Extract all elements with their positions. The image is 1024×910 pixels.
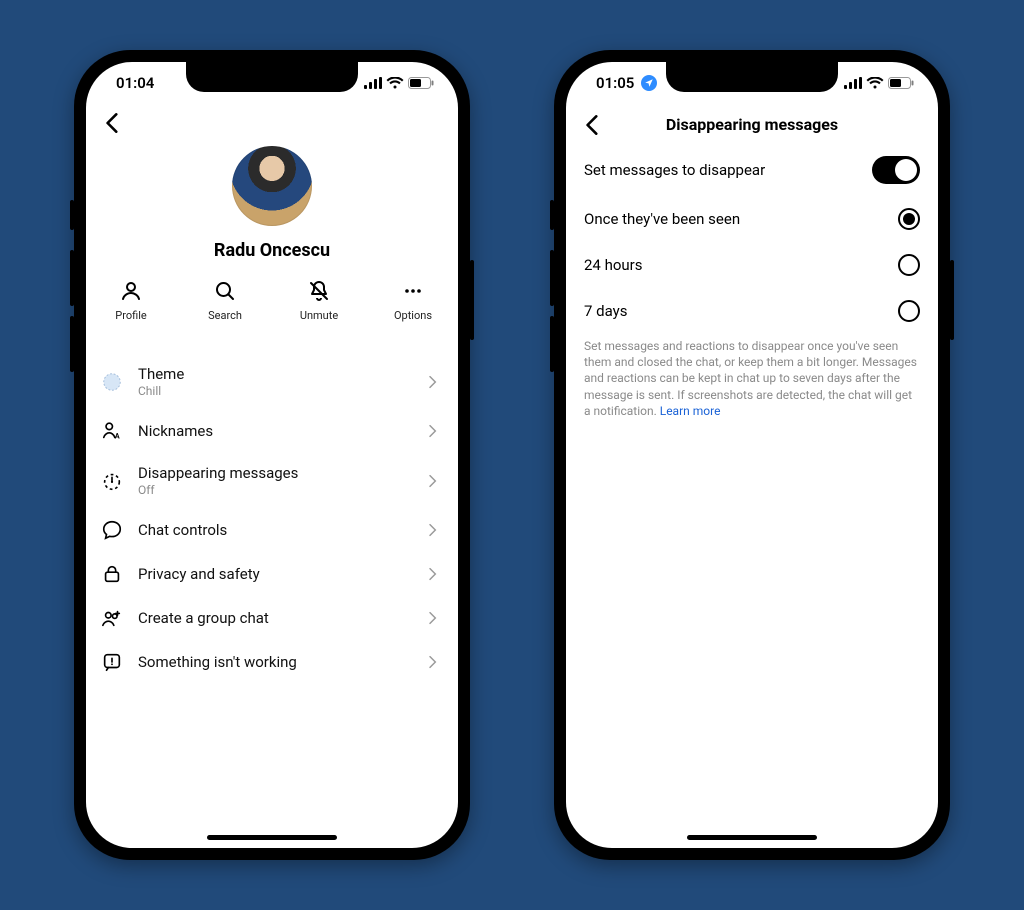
action-label: Unmute	[300, 309, 338, 322]
info-body: Set messages and reactions to disappear …	[584, 339, 917, 418]
row-title: Something isn't working	[138, 653, 410, 671]
watermark: @onceseuradu	[677, 62, 828, 81]
action-unmute[interactable]: Unmute	[292, 279, 346, 322]
home-indicator[interactable]	[207, 835, 337, 840]
action-search[interactable]: Search	[198, 279, 252, 322]
row-title: Disappearing messages	[138, 464, 410, 482]
row-sub: Off	[138, 483, 410, 497]
row-report[interactable]: Something isn't working	[86, 640, 458, 684]
person-icon	[119, 279, 143, 303]
phone-frame-right: @onceseuradu 01:05 Disappearing messages	[554, 50, 950, 860]
row-title: Theme	[138, 365, 410, 383]
option-label: Once they've been seen	[584, 210, 740, 228]
radio[interactable]	[898, 254, 920, 276]
signal-icon	[364, 77, 382, 89]
bell-off-icon	[307, 279, 331, 303]
wifi-icon	[866, 77, 884, 89]
settings-list: ThemeChill A Nicknames Disappearing mess…	[86, 354, 458, 684]
theme-icon	[101, 371, 123, 393]
info-text: Set messages and reactions to disappear …	[566, 334, 938, 423]
row-title: Privacy and safety	[138, 565, 410, 583]
lock-icon	[101, 563, 123, 585]
option-once-seen[interactable]: Once they've been seen	[566, 196, 938, 242]
chevron-right-icon	[424, 423, 440, 439]
radio[interactable]	[898, 300, 920, 322]
avatar[interactable]	[232, 146, 312, 226]
header-title: Disappearing messages	[666, 115, 838, 134]
signal-icon	[844, 77, 862, 89]
location-icon	[641, 75, 657, 91]
chevron-right-icon	[424, 374, 440, 390]
option-label: 7 days	[584, 302, 628, 320]
action-label: Options	[394, 309, 432, 322]
row-sub: Chill	[138, 384, 410, 398]
learn-more-link[interactable]: Learn more	[660, 404, 721, 418]
battery-icon	[888, 77, 914, 89]
action-label: Search	[208, 309, 242, 322]
status-icons	[844, 77, 914, 89]
row-title: Create a group chat	[138, 609, 410, 627]
toggle-row[interactable]: Set messages to disappear	[566, 144, 938, 196]
more-icon	[401, 279, 425, 303]
chevron-right-icon	[424, 473, 440, 489]
wifi-icon	[386, 77, 404, 89]
timer-icon	[101, 470, 123, 492]
action-label: Profile	[115, 309, 146, 322]
chevron-right-icon	[424, 566, 440, 582]
profile-block: Radu Oncescu Profile Search Unmute Optio…	[86, 142, 458, 340]
svg-text:A: A	[115, 431, 120, 440]
screen-disappearing: @onceseuradu 01:05 Disappearing messages	[566, 62, 938, 848]
battery-icon	[408, 77, 434, 89]
row-group[interactable]: Create a group chat	[86, 596, 458, 640]
chat-icon	[101, 519, 123, 541]
status-time: 01:05	[596, 74, 634, 92]
radio-selected[interactable]	[898, 208, 920, 230]
status-icons	[364, 77, 434, 89]
search-icon	[213, 279, 237, 303]
header: Disappearing messages	[566, 104, 938, 144]
toggle-switch[interactable]	[872, 156, 920, 184]
row-disappearing[interactable]: Disappearing messagesOff	[86, 453, 458, 508]
report-icon	[101, 651, 123, 673]
option-24h[interactable]: 24 hours	[566, 242, 938, 288]
action-profile[interactable]: Profile	[104, 279, 158, 322]
row-title: Chat controls	[138, 521, 410, 539]
group-add-icon	[101, 607, 123, 629]
chevron-right-icon	[424, 654, 440, 670]
status-time: 01:04	[116, 74, 154, 92]
option-label: 24 hours	[584, 256, 643, 274]
option-7d[interactable]: 7 days	[566, 288, 938, 334]
toggle-label: Set messages to disappear	[584, 161, 765, 179]
row-theme[interactable]: ThemeChill	[86, 354, 458, 409]
actions-row: Profile Search Unmute Options	[86, 279, 458, 336]
watermark: @onceseuradu	[197, 62, 348, 81]
home-indicator[interactable]	[687, 835, 817, 840]
chevron-right-icon	[424, 522, 440, 538]
phone-frame-left: @onceseuradu 01:04 Radu Oncescu Profile	[74, 50, 470, 860]
nickname-icon: A	[101, 420, 123, 442]
row-chat-controls[interactable]: Chat controls	[86, 508, 458, 552]
screen-profile: @onceseuradu 01:04 Radu Oncescu Profile	[86, 62, 458, 848]
row-title: Nicknames	[138, 422, 410, 440]
profile-name: Radu Oncescu	[86, 240, 458, 261]
row-nicknames[interactable]: A Nicknames	[86, 409, 458, 453]
back-icon[interactable]	[580, 112, 606, 138]
row-privacy[interactable]: Privacy and safety	[86, 552, 458, 596]
back-icon[interactable]	[100, 110, 126, 136]
chevron-right-icon	[424, 610, 440, 626]
action-options[interactable]: Options	[386, 279, 440, 322]
